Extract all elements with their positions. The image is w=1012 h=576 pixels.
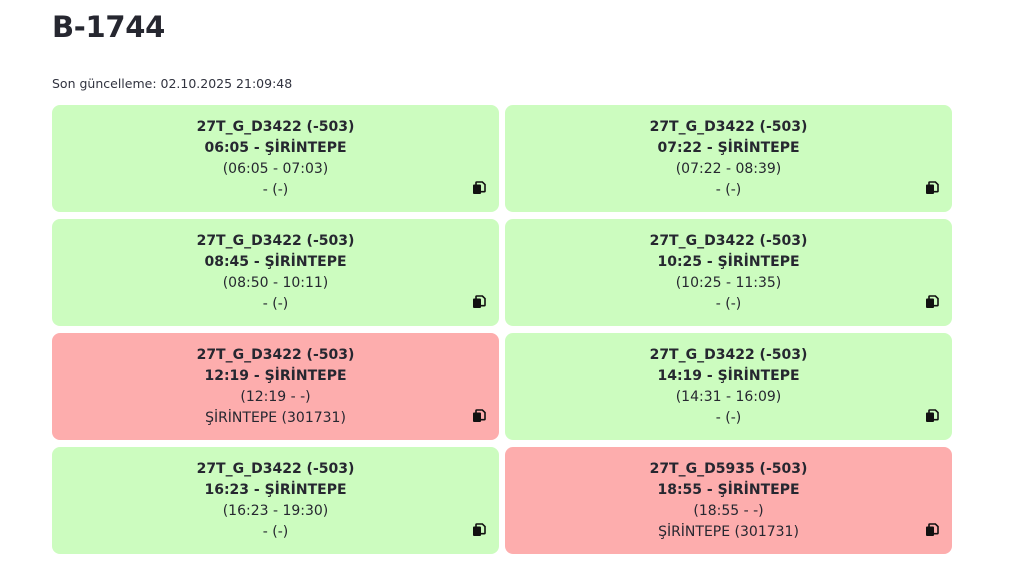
trip-times: (18:55 - -) <box>693 503 764 519</box>
copy-icon[interactable] <box>472 181 486 195</box>
trip-card[interactable]: 27T_G_D3422 (-503) 16:23 - ŞİRİNTEPE (16… <box>52 447 499 554</box>
trip-card[interactable]: 27T_G_D3422 (-503) 06:05 - ŞİRİNTEPE (06… <box>52 105 499 212</box>
trip-departure: 14:19 - ŞİRİNTEPE <box>657 368 800 384</box>
trip-departure: 12:19 - ŞİRİNTEPE <box>204 368 347 384</box>
page: B-1744 Son güncelleme: 02.10.2025 21:09:… <box>0 0 1012 576</box>
trip-times: (12:19 - -) <box>240 389 311 405</box>
trip-departure: 07:22 - ŞİRİNTEPE <box>657 140 800 156</box>
trip-stop: ŞİRİNTEPE (301731) <box>658 524 799 540</box>
trip-card[interactable]: 27T_G_D5935 (-503) 18:55 - ŞİRİNTEPE (18… <box>505 447 952 554</box>
trip-card[interactable]: 27T_G_D3422 (-503) 12:19 - ŞİRİNTEPE (12… <box>52 333 499 440</box>
trip-route: 27T_G_D3422 (-503) <box>196 461 355 477</box>
trip-stop: - (-) <box>715 410 742 426</box>
trip-route: 27T_G_D3422 (-503) <box>196 233 355 249</box>
trip-route: 27T_G_D5935 (-503) <box>649 461 808 477</box>
copy-icon[interactable] <box>472 295 486 309</box>
trip-card[interactable]: 27T_G_D3422 (-503) 10:25 - ŞİRİNTEPE (10… <box>505 219 952 326</box>
trip-route: 27T_G_D3422 (-503) <box>196 119 355 135</box>
last-updated-text: Son güncelleme: 02.10.2025 21:09:48 <box>52 76 293 91</box>
page-title: B-1744 <box>52 10 166 44</box>
copy-icon[interactable] <box>925 295 939 309</box>
copy-icon[interactable] <box>472 409 486 423</box>
copy-icon[interactable] <box>925 181 939 195</box>
copy-icon[interactable] <box>925 523 939 537</box>
trip-departure: 10:25 - ŞİRİNTEPE <box>657 254 800 270</box>
trip-departure: 06:05 - ŞİRİNTEPE <box>204 140 347 156</box>
trip-departure: 18:55 - ŞİRİNTEPE <box>657 482 800 498</box>
trip-times: (16:23 - 19:30) <box>222 503 329 519</box>
trip-times: (06:05 - 07:03) <box>222 161 329 177</box>
copy-icon[interactable] <box>925 409 939 423</box>
trip-route: 27T_G_D3422 (-503) <box>196 347 355 363</box>
trip-card[interactable]: 27T_G_D3422 (-503) 08:45 - ŞİRİNTEPE (08… <box>52 219 499 326</box>
trip-times: (08:50 - 10:11) <box>222 275 329 291</box>
trip-route: 27T_G_D3422 (-503) <box>649 119 808 135</box>
trip-times: (07:22 - 08:39) <box>675 161 782 177</box>
trip-card-grid: 27T_G_D3422 (-503) 06:05 - ŞİRİNTEPE (06… <box>52 105 952 554</box>
trip-route: 27T_G_D3422 (-503) <box>649 347 808 363</box>
trip-card[interactable]: 27T_G_D3422 (-503) 07:22 - ŞİRİNTEPE (07… <box>505 105 952 212</box>
trip-times: (14:31 - 16:09) <box>675 389 782 405</box>
trip-stop: - (-) <box>262 296 289 312</box>
trip-stop: ŞİRİNTEPE (301731) <box>205 410 346 426</box>
copy-icon[interactable] <box>472 523 486 537</box>
trip-departure: 08:45 - ŞİRİNTEPE <box>204 254 347 270</box>
trip-stop: - (-) <box>262 182 289 198</box>
trip-stop: - (-) <box>262 524 289 540</box>
trip-stop: - (-) <box>715 182 742 198</box>
trip-card[interactable]: 27T_G_D3422 (-503) 14:19 - ŞİRİNTEPE (14… <box>505 333 952 440</box>
trip-stop: - (-) <box>715 296 742 312</box>
trip-times: (10:25 - 11:35) <box>675 275 782 291</box>
trip-departure: 16:23 - ŞİRİNTEPE <box>204 482 347 498</box>
trip-route: 27T_G_D3422 (-503) <box>649 233 808 249</box>
